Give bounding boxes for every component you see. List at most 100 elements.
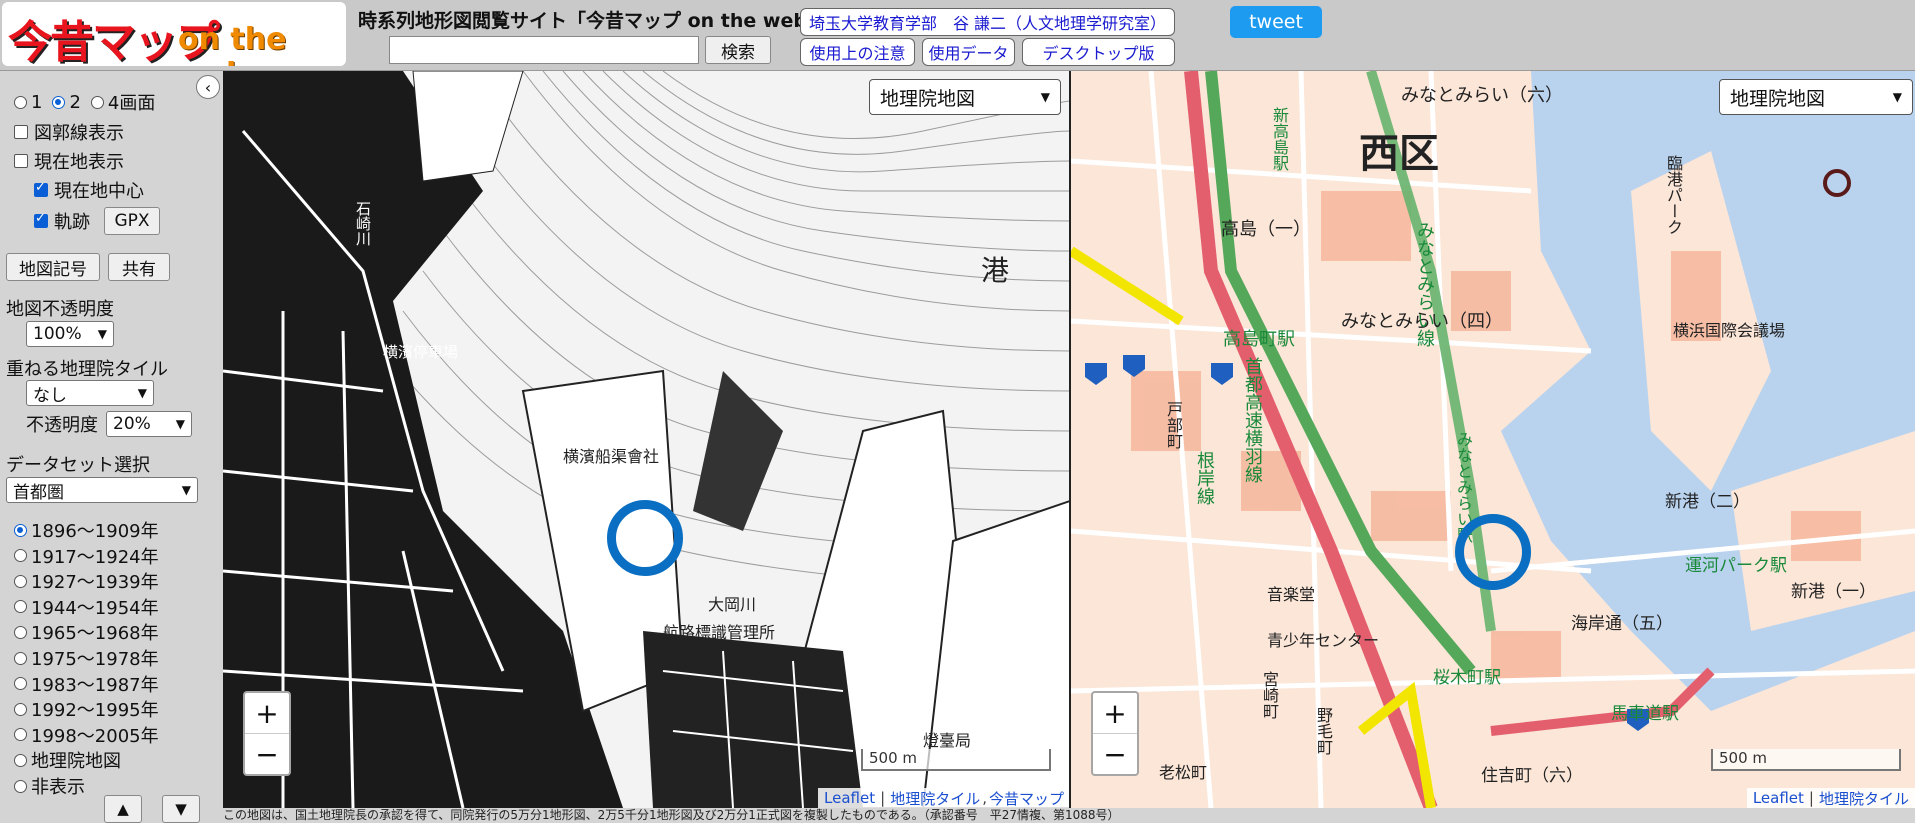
opacity-label: 地図不透明度 <box>6 299 114 320</box>
map-label-dock: 横濱船渠會社 <box>563 447 660 466</box>
copyright-footer: この地図は、国土地理院長の承認を得て、同院発行の5万分1地形図、2万5千分1地形… <box>223 808 1915 822</box>
gpx-button[interactable]: GPX <box>104 207 160 235</box>
period-item[interactable]: 1975～1978年 <box>14 645 159 671</box>
nishi-ku-text: 西区 <box>1359 131 1439 177</box>
period-radio[interactable] <box>14 600 27 614</box>
header: 今昔マップ on the web 時系列地形図閲覧サイト「今昔マップ on th… <box>0 0 1915 71</box>
opacity-select[interactable]: 100% ▼ <box>26 321 114 347</box>
period-radio[interactable] <box>14 574 27 588</box>
search-input[interactable] <box>389 36 699 64</box>
map-right[interactable]: 西区 みなとみらい（六） みなとみらい（四） 高島（一） 新高島駅 高島町駅 み… <box>1071 71 1915 808</box>
overlay-opacity-label: 不透明度 <box>26 415 98 436</box>
logo-web: on the web <box>178 22 287 66</box>
left-attribution: Leaflet | 地理院タイル , 今昔マップ <box>818 788 1070 808</box>
attr-separator: | <box>1808 789 1814 807</box>
right-zoom-control: + − <box>1091 691 1139 776</box>
map-left[interactable]: 港 横濱船渠會社 大岡川 航路標識管理所 燈臺局 石崎川 横濱停車場 地理院地図… <box>223 71 1070 808</box>
map-label-sumiyoshi: 住吉町（六） <box>1481 766 1583 786</box>
period-item[interactable]: 1992～1995年 <box>14 696 159 722</box>
screen-count-group: 1 2 4画面 <box>14 89 155 115</box>
move-up-button[interactable]: ▲ <box>104 795 142 823</box>
map-label-station: 横濱停車場 <box>383 343 459 361</box>
map-label-office: 航路標識管理所 <box>663 623 776 642</box>
search-button[interactable]: 検索 <box>705 36 771 64</box>
chevron-down-icon: ▼ <box>175 417 185 431</box>
gsi-tile-link[interactable]: 地理院タイル <box>1819 788 1909 809</box>
period-radio[interactable] <box>14 523 27 537</box>
period-radio[interactable] <box>14 677 27 691</box>
show-border-checkbox[interactable] <box>14 125 28 139</box>
screen-1-radio[interactable] <box>14 95 27 109</box>
show-location-checkbox[interactable] <box>14 154 28 168</box>
map-label-kaigan: 海岸通（五） <box>1571 614 1673 634</box>
period-label: 1992～1995年 <box>31 700 159 722</box>
period-radio[interactable] <box>14 625 27 639</box>
period-radio[interactable] <box>14 779 27 793</box>
location-marker <box>1455 514 1531 590</box>
screen-4-radio[interactable] <box>90 95 104 109</box>
period-item[interactable]: 1944～1954年 <box>14 594 159 620</box>
map-label-ongakudo: 音楽堂 <box>1267 585 1316 604</box>
dataset-select[interactable]: 首都圏 ▼ <box>6 477 198 503</box>
period-radio[interactable] <box>14 753 27 767</box>
move-down-button[interactable]: ▼ <box>162 795 200 823</box>
tweet-button[interactable]: tweet <box>1230 6 1322 38</box>
map-label-rinko: 臨港パーク <box>1664 155 1683 235</box>
period-item[interactable]: 1927～1939年 <box>14 568 159 594</box>
zoom-in-button[interactable]: + <box>245 693 289 733</box>
map-label-takashima: 高島（一） <box>1221 219 1311 240</box>
center-location-checkbox[interactable] <box>34 180 48 197</box>
collapse-sidebar-icon[interactable]: ‹ <box>196 75 220 99</box>
period-label: 1896～1909年 <box>31 521 159 542</box>
overlay-value: なし <box>33 385 67 406</box>
period-label: 1965～1968年 <box>31 623 159 645</box>
period-item[interactable]: 1965～1968年 <box>14 619 159 645</box>
map-legend-button[interactable]: 地図記号 <box>6 253 100 281</box>
share-button[interactable]: 共有 <box>108 253 170 281</box>
left-layer-select[interactable]: 地理院地図 ▼ <box>869 79 1061 115</box>
attr-comma: , <box>982 789 987 807</box>
period-radio[interactable] <box>14 651 27 665</box>
leaflet-link[interactable]: Leaflet <box>1753 789 1804 807</box>
zoom-in-button[interactable]: + <box>1093 693 1137 733</box>
period-item[interactable]: 1998～2005年 <box>14 722 159 748</box>
center-location-label: 現在地中心 <box>54 181 144 202</box>
map-label-sakuragicho: 桜木町駅 <box>1433 668 1501 688</box>
overlay-opacity-select[interactable]: 20% ▼ <box>106 411 192 437</box>
zoom-out-button[interactable]: − <box>1093 733 1137 774</box>
data-link[interactable]: 使用データ <box>922 38 1015 66</box>
map-label-miyazaki: 宮崎町 <box>1260 671 1279 719</box>
period-item[interactable]: 1983～1987年 <box>14 671 159 697</box>
left-layer-value: 地理院地図 <box>880 87 976 110</box>
map-label-mm-line: みなとみらい線 <box>1414 221 1435 347</box>
gsi-tile-link[interactable]: 地理院タイル <box>890 788 980 809</box>
period-radio[interactable] <box>14 728 27 742</box>
period-radio[interactable] <box>14 702 27 716</box>
period-radio[interactable] <box>14 549 27 563</box>
period-label: 1927～1939年 <box>31 572 159 594</box>
map-label-shinko2: 新港（二） <box>1665 492 1750 512</box>
period-item[interactable]: 地理院地図 <box>14 747 121 773</box>
period-item[interactable]: 非表示 <box>14 773 85 799</box>
notes-link[interactable]: 使用上の注意 <box>800 38 915 66</box>
right-layer-value: 地理院地図 <box>1730 87 1826 110</box>
location-marker <box>607 500 683 576</box>
screen-2-radio[interactable] <box>52 95 66 109</box>
period-item[interactable]: 1896～1909年 <box>14 517 159 543</box>
track-checkbox[interactable] <box>34 211 48 228</box>
overlay-select[interactable]: なし ▼ <box>26 380 154 406</box>
desktop-link[interactable]: デスクトップ版 <box>1022 38 1175 66</box>
leaflet-link[interactable]: Leaflet <box>824 789 875 807</box>
right-attribution: Leaflet | 地理院タイル <box>1746 788 1915 809</box>
period-item[interactable]: 1917～1924年 <box>14 543 159 569</box>
period-label: 1975～1978年 <box>31 649 159 670</box>
right-layer-select[interactable]: 地理院地図 ▼ <box>1719 79 1913 115</box>
left-zoom-control: + − <box>243 691 291 776</box>
left-scale-bar: 500 m <box>861 749 1051 771</box>
zoom-out-button[interactable]: − <box>245 733 289 774</box>
author-link[interactable]: 埼玉大学教育学部 谷 謙二（人文地理学研究室） <box>800 8 1175 36</box>
konjaku-link[interactable]: 今昔マップ <box>989 788 1064 809</box>
site-logo[interactable]: 今昔マップ on the web <box>2 2 346 66</box>
show-border-label: 図郭線表示 <box>34 123 124 144</box>
track-label: 軌跡 <box>54 212 90 233</box>
